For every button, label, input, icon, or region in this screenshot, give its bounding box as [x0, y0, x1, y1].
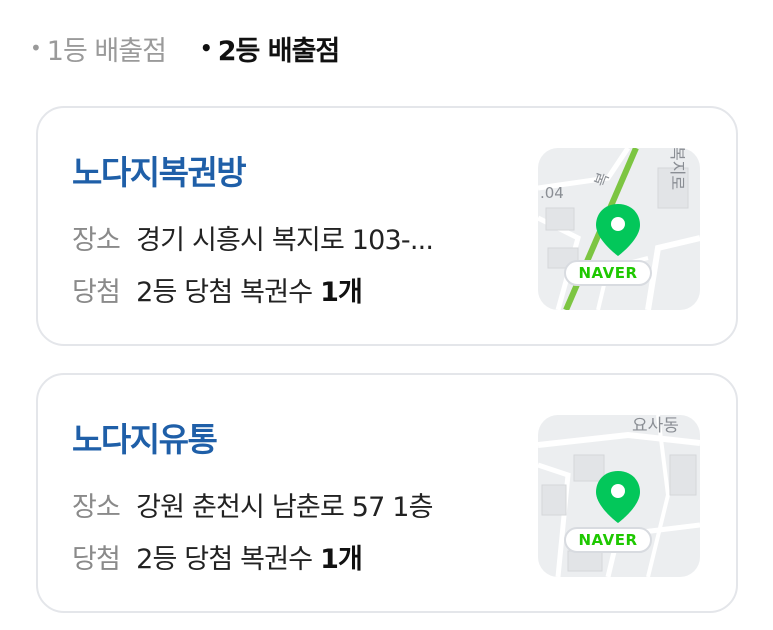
bullet-icon: •	[199, 36, 213, 60]
map-thumbnail[interactable]: 요사동 NAVER	[538, 415, 700, 577]
win-label: 당첨	[72, 277, 121, 308]
win-text: 2등 당첨 복권수	[136, 277, 321, 308]
tab-label: 2등 배출점	[217, 35, 341, 67]
naver-logo: NAVER	[564, 527, 652, 553]
tab-label: 1등 배출점	[46, 35, 167, 67]
map-label: 복지로	[668, 148, 687, 190]
map-label: .04	[540, 184, 564, 202]
store-name[interactable]: 노다지유통	[72, 413, 218, 461]
store-name[interactable]: 노다지복권방	[72, 146, 247, 194]
bullet-icon: •	[30, 36, 42, 60]
address-row: 장소 강원 춘천시 남춘로 57 1층	[72, 485, 434, 524]
address-row: 장소 경기 시흥시 복지로 103-...	[72, 218, 433, 257]
tab-second-prize[interactable]: • 2등 배출점	[199, 29, 341, 68]
prize-tabs: • 1등 배출점 • 2등 배출점	[30, 28, 341, 68]
win-count: 1개	[320, 544, 363, 575]
address-label: 장소	[72, 492, 121, 523]
map-thumbnail[interactable]: .04 복 복지로 NAVER	[538, 148, 700, 310]
win-text: 2등 당첨 복권수	[136, 544, 321, 575]
win-row: 당첨 2등 당첨 복권수 1개	[72, 270, 363, 309]
win-row: 당첨 2등 당첨 복권수 1개	[72, 537, 363, 576]
map-label: 요사동	[632, 416, 679, 436]
store-card[interactable]: 노다지유통 장소 강원 춘천시 남춘로 57 1층 당첨 2등 당첨 복권수 1개 …	[36, 373, 738, 613]
naver-logo: NAVER	[564, 260, 652, 286]
address-value: 경기 시흥시 복지로 103-...	[136, 225, 434, 256]
address-value: 강원 춘천시 남춘로 57 1층	[136, 492, 433, 523]
win-label: 당첨	[72, 544, 121, 575]
store-card[interactable]: 노다지복권방 장소 경기 시흥시 복지로 103-... 당첨 2등 당첨 복권수 …	[36, 106, 738, 346]
win-count: 1개	[320, 277, 363, 308]
address-label: 장소	[72, 225, 121, 256]
tab-first-prize[interactable]: • 1등 배출점	[30, 29, 167, 68]
